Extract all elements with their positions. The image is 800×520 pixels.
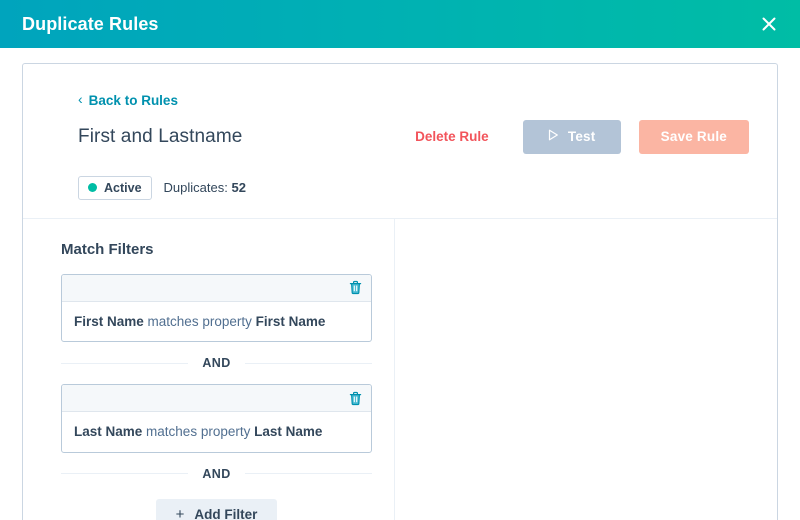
page-container: ‹ Back to Rules First and Lastname Delet…: [0, 48, 800, 520]
divider-line-right: [245, 363, 372, 364]
join-divider: AND: [61, 467, 372, 481]
close-icon[interactable]: [756, 11, 782, 37]
rule-actions: Delete Rule Test Save Rule: [415, 120, 749, 154]
divider-line-left: [61, 363, 188, 364]
delete-rule-button[interactable]: Delete Rule: [415, 129, 489, 144]
save-rule-button[interactable]: Save Rule: [639, 120, 749, 154]
trash-icon[interactable]: [349, 391, 362, 406]
test-button[interactable]: Test: [523, 120, 621, 154]
chevron-left-icon: ‹: [78, 92, 83, 106]
divider-line-left: [61, 473, 188, 474]
filter-card-header: [62, 275, 371, 302]
rule-header: ‹ Back to Rules First and Lastname Delet…: [23, 64, 777, 219]
modal-titlebar: Duplicate Rules: [0, 0, 800, 48]
divider-line-right: [245, 473, 372, 474]
duplicates-count: Duplicates: 52: [164, 180, 246, 195]
rule-header-row: First and Lastname Delete Rule Test Save…: [78, 120, 749, 154]
add-filter-container: + Add Filter: [61, 499, 372, 520]
section-title-match-filters: Match Filters: [61, 241, 372, 258]
filter-left-property: Last Name: [74, 424, 142, 439]
results-pane: [395, 219, 777, 520]
filter-operator: matches property: [148, 314, 252, 329]
join-divider: AND: [61, 356, 372, 370]
duplicates-value: 52: [231, 180, 245, 195]
duplicates-label: Duplicates:: [164, 180, 228, 195]
rule-editor-body: Match Filters First Name matc: [23, 219, 777, 520]
filter-card[interactable]: First Name matches property First Name: [61, 274, 372, 343]
test-button-label: Test: [568, 129, 596, 144]
filter-card[interactable]: Last Name matches property Last Name: [61, 384, 372, 453]
window-title: Duplicate Rules: [22, 14, 159, 35]
plus-icon: +: [176, 507, 185, 520]
filter-expression: Last Name matches property Last Name: [62, 412, 371, 452]
back-to-rules-label: Back to Rules: [89, 93, 178, 108]
status-dot-icon: [88, 183, 97, 192]
play-icon: [548, 129, 559, 144]
filter-right-property: First Name: [256, 314, 326, 329]
rule-editor-card: ‹ Back to Rules First and Lastname Delet…: [22, 63, 778, 520]
filter-left-property: First Name: [74, 314, 144, 329]
join-label: AND: [202, 467, 230, 481]
filter-expression: First Name matches property First Name: [62, 302, 371, 342]
add-filter-button[interactable]: + Add Filter: [156, 499, 278, 520]
status-badge[interactable]: Active: [78, 176, 152, 200]
back-to-rules-link[interactable]: ‹ Back to Rules: [78, 93, 178, 108]
filter-right-property: Last Name: [254, 424, 322, 439]
add-filter-label: Add Filter: [194, 507, 257, 520]
join-label: AND: [202, 356, 230, 370]
status-row: Active Duplicates: 52: [78, 176, 749, 200]
trash-icon[interactable]: [349, 280, 362, 295]
page-title: First and Lastname: [78, 126, 242, 148]
status-badge-label: Active: [104, 181, 142, 195]
save-rule-label: Save Rule: [661, 129, 727, 144]
filter-operator: matches property: [146, 424, 250, 439]
filter-card-header: [62, 385, 371, 412]
match-filters-pane: Match Filters First Name matc: [23, 219, 395, 520]
